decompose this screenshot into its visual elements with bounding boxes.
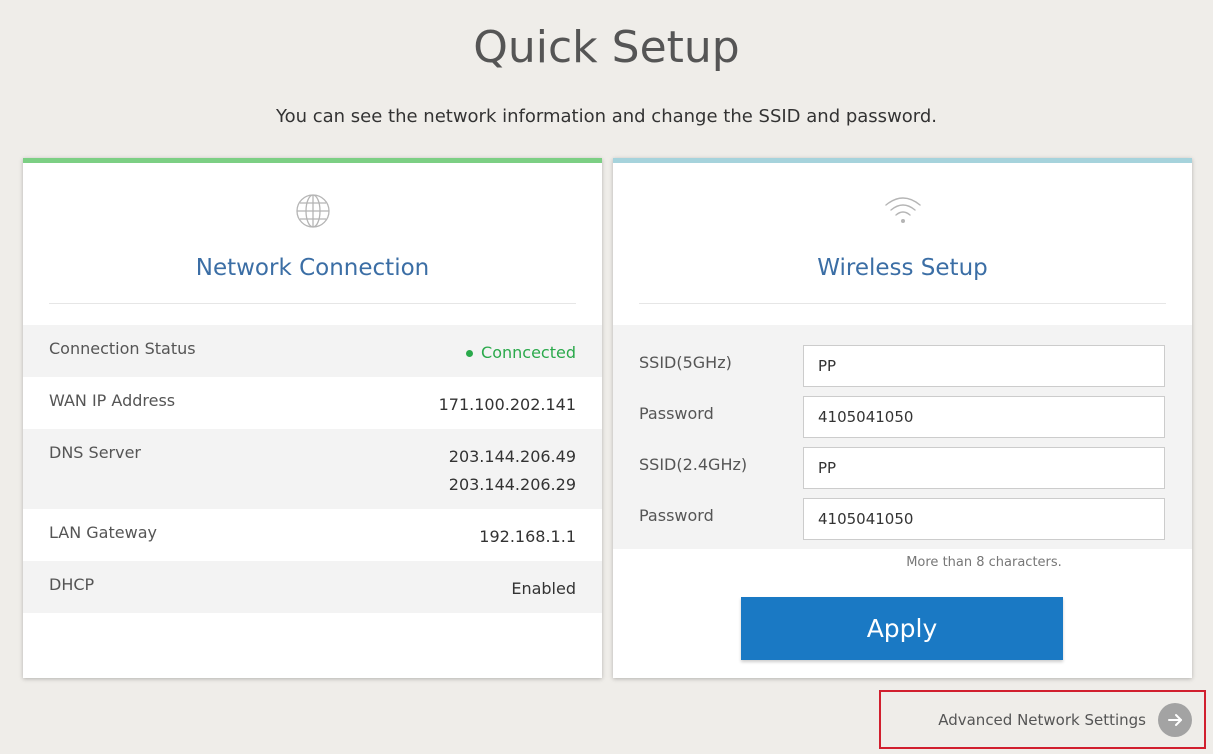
info-value: 203.144.206.49 203.144.206.29	[449, 443, 576, 509]
password-hint: More than 8 characters.	[906, 555, 1062, 570]
globe-icon	[23, 193, 602, 233]
apply-button[interactable]: Apply	[741, 597, 1063, 660]
divider	[49, 303, 576, 304]
ssid-5ghz-label: SSID(5GHz)	[639, 353, 732, 372]
form-row-password-24ghz: Password	[613, 490, 1192, 540]
dns-secondary: 203.144.206.29	[448, 475, 576, 494]
dns-primary: 203.144.206.49	[448, 447, 576, 466]
ssid-24ghz-input[interactable]	[803, 447, 1165, 489]
wireless-setup-card: Wireless Setup SSID(5GHz) Password SSID(…	[613, 158, 1192, 678]
ssid-24ghz-label: SSID(2.4GHz)	[639, 455, 748, 474]
info-row-wan-ip: WAN IP Address 171.100.202.141	[23, 377, 602, 429]
network-connection-title: Network Connection	[195, 255, 430, 281]
ssid-5ghz-input[interactable]	[803, 345, 1165, 387]
info-value: 171.100.202.141	[438, 395, 576, 414]
password-5ghz-input[interactable]	[803, 396, 1165, 438]
info-value: Enabled	[511, 579, 576, 598]
password-24ghz-label: Password	[639, 506, 714, 525]
network-info-table: Connection Status Conncected WAN IP Addr…	[23, 325, 602, 613]
network-connection-card: Network Connection Connection Status Con…	[23, 158, 602, 678]
info-label: Connection Status	[49, 339, 196, 358]
arrow-right-icon[interactable]	[1158, 702, 1192, 737]
divider	[639, 303, 1166, 304]
wifi-icon	[613, 193, 1192, 233]
password-24ghz-input[interactable]	[803, 498, 1165, 540]
info-row-lan-gateway: LAN Gateway 192.168.1.1	[23, 509, 602, 561]
info-label: LAN Gateway	[49, 523, 157, 542]
info-label: WAN IP Address	[49, 391, 176, 410]
info-row-dns-server: DNS Server 203.144.206.49 203.144.206.29	[23, 429, 602, 509]
form-row-ssid-24ghz: SSID(2.4GHz)	[613, 439, 1192, 489]
page-title: Quick Setup	[473, 22, 740, 73]
form-row-ssid-5ghz: SSID(5GHz)	[613, 337, 1192, 387]
info-label: DNS Server	[49, 443, 141, 462]
page-subtitle: You can see the network information and …	[275, 106, 938, 127]
advanced-network-settings-link[interactable]: Advanced Network Settings	[879, 690, 1206, 749]
status-dot-icon	[466, 350, 474, 357]
wireless-setup-title: Wireless Setup	[817, 255, 988, 281]
info-label: DHCP	[49, 575, 95, 594]
info-row-connection-status: Connection Status Conncected	[23, 325, 602, 377]
wireless-form: SSID(5GHz) Password SSID(2.4GHz) Passwor…	[613, 325, 1192, 549]
password-5ghz-label: Password	[639, 404, 714, 423]
info-value: 192.168.1.1	[479, 527, 576, 546]
advanced-network-settings-label: Advanced Network Settings	[938, 710, 1146, 729]
info-row-dhcp: DHCP Enabled	[23, 561, 602, 613]
connection-status-value: Conncected	[466, 339, 576, 377]
form-row-password-5ghz: Password	[613, 388, 1192, 438]
